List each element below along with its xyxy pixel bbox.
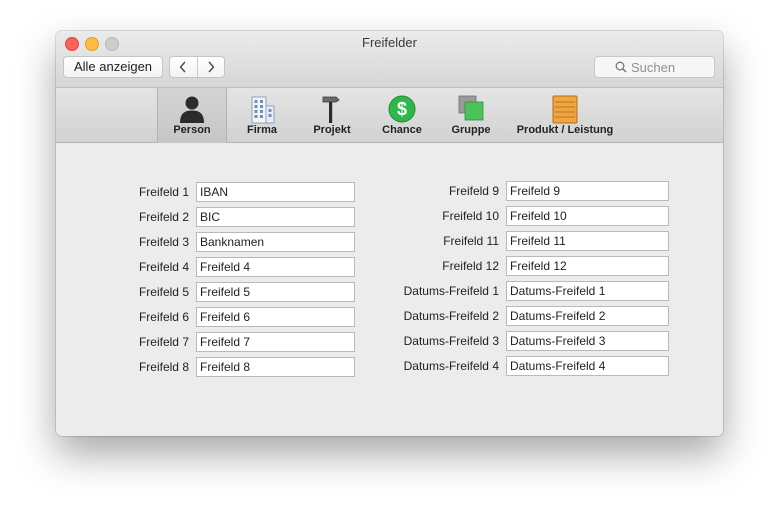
- freifeld-5-input[interactable]: [196, 282, 355, 302]
- tab-label: Produkt / Leistung: [516, 124, 614, 136]
- field-row: Freifeld 2: [56, 207, 189, 227]
- search-input[interactable]: [631, 59, 717, 75]
- field-label: Freifeld 10: [442, 209, 499, 223]
- forward-button[interactable]: [196, 57, 225, 77]
- field-row: Freifeld 10: [356, 206, 499, 226]
- field-label: Datums-Freifeld 3: [403, 334, 499, 348]
- field-label: Freifeld 6: [138, 310, 189, 324]
- field-label: Freifeld 12: [442, 259, 499, 273]
- field-row: Freifeld 1: [56, 182, 189, 202]
- show-all-button[interactable]: Alle anzeigen: [63, 56, 163, 78]
- datums-freifeld-4-input[interactable]: [506, 356, 669, 376]
- category-toolbar: Person Firma Projekt $ Chance Gruppe Pro…: [56, 87, 723, 143]
- title-bar: Freifelder Alle anzeigen: [56, 31, 723, 87]
- window-title: Freifelder: [362, 35, 417, 50]
- freifeld-7-input[interactable]: [196, 332, 355, 352]
- field-row: Freifeld 8: [56, 357, 189, 377]
- dollar-icon: $: [388, 95, 416, 123]
- field-row: Freifeld 3: [56, 232, 189, 252]
- field-label: Freifeld 9: [448, 184, 499, 198]
- datums-freifeld-3-input[interactable]: [506, 331, 669, 351]
- freifeld-11-input[interactable]: [506, 231, 669, 251]
- field-row: Freifeld 5: [56, 282, 189, 302]
- tab-chance[interactable]: $ Chance: [372, 88, 432, 143]
- back-button[interactable]: [170, 57, 197, 77]
- tab-label: Firma: [247, 124, 277, 136]
- svg-text:$: $: [397, 99, 407, 119]
- tab-label: Chance: [382, 124, 422, 136]
- datums-freifeld-2-input[interactable]: [506, 306, 669, 326]
- field-label: Datums-Freifeld 4: [403, 359, 499, 373]
- tab-projekt[interactable]: Projekt: [302, 88, 362, 143]
- field-row: Datums-Freifeld 2: [356, 306, 499, 326]
- field-row: Freifeld 11: [356, 231, 499, 251]
- datums-freifeld-1-input[interactable]: [506, 281, 669, 301]
- group-icon: [458, 95, 484, 121]
- field-label: Freifeld 5: [138, 285, 189, 299]
- freifeld-4-input[interactable]: [196, 257, 355, 277]
- field-row: Datums-Freifeld 4: [356, 356, 499, 376]
- tab-produkt-leistung[interactable]: Produkt / Leistung: [508, 88, 622, 143]
- field-row: Freifeld 12: [356, 256, 499, 276]
- field-label: Datums-Freifeld 2: [403, 309, 499, 323]
- field-label: Freifeld 7: [138, 335, 189, 349]
- field-label: Freifeld 11: [443, 234, 499, 248]
- freifeld-1-input[interactable]: [196, 182, 355, 202]
- freifeld-9-input[interactable]: [506, 181, 669, 201]
- chevron-right-icon: [208, 61, 215, 73]
- hammer-icon: [322, 96, 340, 123]
- tab-label: Gruppe: [451, 124, 491, 136]
- field-label: Freifeld 4: [138, 260, 189, 274]
- chevron-left-icon: [179, 61, 186, 73]
- field-row: Freifeld 9: [356, 181, 499, 201]
- freifeld-2-input[interactable]: [196, 207, 355, 227]
- field-label: Freifeld 2: [138, 210, 189, 224]
- tab-label: Projekt: [313, 124, 351, 136]
- freifeld-10-input[interactable]: [506, 206, 669, 226]
- search-field[interactable]: [594, 56, 717, 78]
- freifeld-8-input[interactable]: [196, 357, 355, 377]
- field-label: Freifeld 1: [138, 185, 189, 199]
- field-row: Freifeld 7: [56, 332, 189, 352]
- preferences-window: Freifelder Alle anzeigen Person: [56, 31, 723, 436]
- freifeld-3-input[interactable]: [196, 232, 355, 252]
- field-row: Freifeld 6: [56, 307, 189, 327]
- navigation-segmented-control: [169, 56, 225, 78]
- tab-gruppe[interactable]: Gruppe: [442, 88, 500, 143]
- person-icon: [180, 96, 204, 123]
- field-label: Freifeld 3: [138, 235, 189, 249]
- tab-label: Person: [173, 124, 211, 136]
- field-label: Freifeld 8: [138, 360, 189, 374]
- field-row: Datums-Freifeld 1: [356, 281, 499, 301]
- field-row: Freifeld 4: [56, 257, 189, 277]
- search-icon: [615, 61, 627, 73]
- freifeld-6-input[interactable]: [196, 307, 355, 327]
- tab-person[interactable]: Person: [157, 88, 227, 143]
- field-row: Datums-Freifeld 3: [356, 331, 499, 351]
- field-label: Datums-Freifeld 1: [403, 284, 499, 298]
- tab-firma[interactable]: Firma: [232, 88, 292, 143]
- freifeld-12-input[interactable]: [506, 256, 669, 276]
- building-icon: [251, 96, 275, 124]
- crate-icon: [552, 95, 578, 124]
